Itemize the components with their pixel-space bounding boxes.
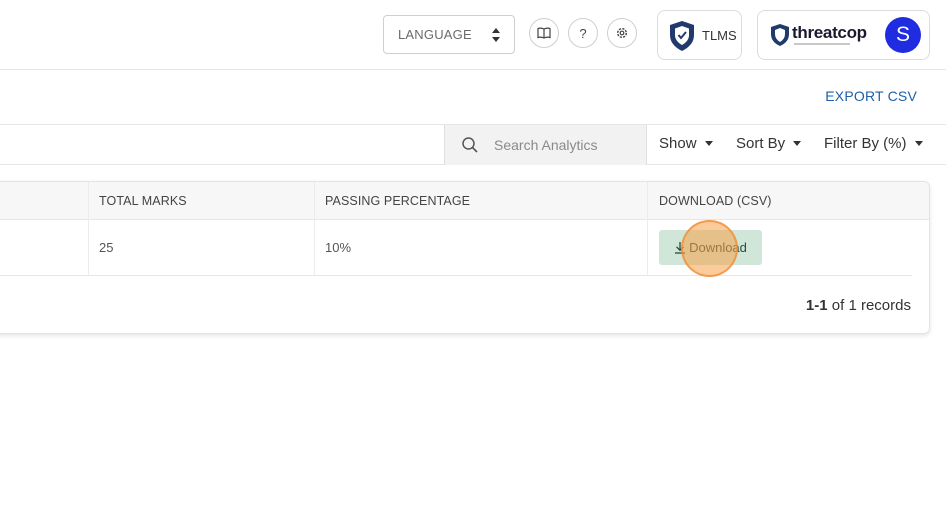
column-header-total-marks: TOTAL MARKS [99, 194, 187, 208]
column-divider [647, 182, 648, 275]
download-label: Download [689, 240, 747, 255]
search-icon [462, 137, 478, 153]
guide-button[interactable] [529, 18, 559, 48]
threatcop-logo-icon [771, 24, 789, 46]
table-header: TOTAL MARKS PASSING PERCENTAGE DOWNLOAD … [0, 182, 929, 220]
column-divider [314, 182, 315, 275]
brand-tagline [794, 43, 850, 45]
show-label: Show [659, 135, 697, 152]
records-total: of 1 records [831, 297, 911, 314]
top-header: LANGUAGE ? TLMS threatcop S [0, 0, 946, 70]
filter-bar: Show Sort By Filter By (%) [0, 125, 946, 165]
gear-icon [616, 27, 628, 39]
records-range: 1-1 [805, 297, 828, 314]
download-icon [675, 242, 686, 254]
avatar[interactable]: S [885, 17, 921, 53]
caret-down-icon [914, 140, 923, 146]
sort-arrows-icon [492, 28, 500, 42]
download-button[interactable]: Download [659, 230, 762, 265]
caret-down-icon [704, 140, 713, 146]
records-summary: 1-1 of 1 records [806, 297, 911, 314]
export-csv-link[interactable]: EXPORT CSV [825, 88, 917, 104]
search-box [444, 125, 647, 165]
language-select-label: LANGUAGE [398, 27, 472, 42]
sort-label: Sort By [736, 135, 786, 152]
brand-name: threatcop [792, 23, 867, 42]
account-menu[interactable]: threatcop S [757, 10, 930, 60]
search-input[interactable] [494, 135, 639, 155]
cell-total-marks: 25 [99, 240, 114, 255]
caret-down-icon [793, 140, 802, 146]
sort-dropdown[interactable]: Sort By [736, 135, 802, 152]
language-select[interactable]: LANGUAGE [383, 15, 515, 54]
filter-dropdown[interactable]: Filter By (%) [824, 135, 923, 152]
question-icon: ? [579, 25, 587, 41]
settings-button[interactable] [607, 18, 637, 48]
tlms-app-switch[interactable]: TLMS [657, 10, 742, 60]
row-divider [0, 275, 912, 276]
action-row: EXPORT CSV [0, 70, 946, 125]
analytics-table: TOTAL MARKS PASSING PERCENTAGE DOWNLOAD … [0, 181, 930, 334]
column-header-download: DOWNLOAD (CSV) [659, 194, 772, 208]
show-dropdown[interactable]: Show [659, 135, 713, 152]
tlms-label: TLMS [702, 28, 737, 43]
filter-label: Filter By (%) [824, 135, 907, 152]
column-divider [88, 182, 89, 275]
help-button[interactable]: ? [568, 18, 598, 48]
cell-passing-percentage: 10% [325, 240, 352, 255]
tlms-shield-icon [670, 21, 694, 51]
column-header-passing-percentage: PASSING PERCENTAGE [325, 194, 471, 208]
book-icon [537, 27, 551, 39]
